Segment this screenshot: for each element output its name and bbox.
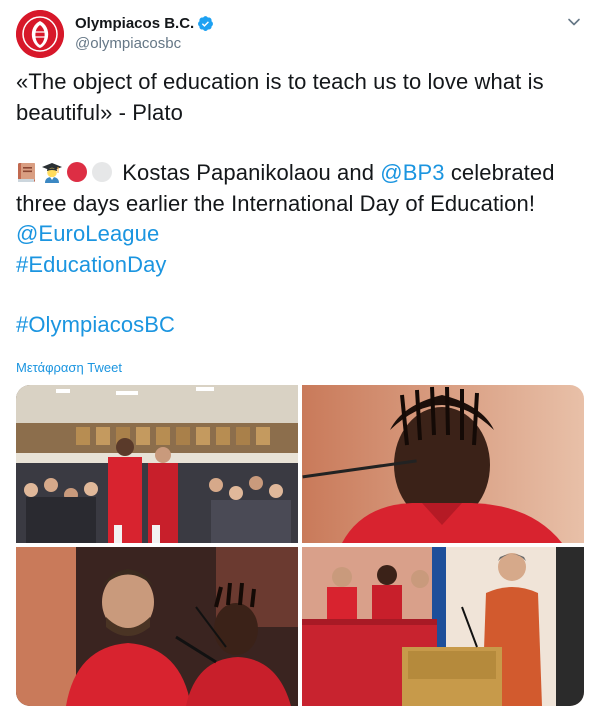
- photo-two-players[interactable]: [16, 547, 298, 706]
- photo-auditorium[interactable]: [16, 385, 298, 543]
- photo-player-closeup[interactable]: [302, 385, 584, 543]
- tweet-body: Kostas Papanikolaou and @BP3 celebrated …: [16, 158, 584, 219]
- chevron-down-icon[interactable]: [566, 14, 582, 30]
- tweet: Olympiacos B.C. @olympiacosbc «The objec…: [0, 0, 598, 719]
- photo-speaker-podium[interactable]: [302, 547, 584, 706]
- red-circle-icon: [67, 162, 87, 182]
- media-grid: [16, 385, 584, 706]
- mention-euroleague[interactable]: @EuroLeague: [16, 221, 159, 246]
- translate-tweet-link[interactable]: Μετάφραση Tweet: [16, 360, 122, 375]
- hashtag-educationday[interactable]: #EducationDay: [16, 252, 167, 277]
- tweet-body-text: Kostas Papanikolaou and: [122, 160, 375, 185]
- verified-badge-icon: [198, 16, 214, 31]
- account-handle[interactable]: @olympiacosbc: [75, 35, 181, 52]
- hashtag-olympiacosbc[interactable]: #OlympiacosBC: [16, 312, 175, 337]
- olympiacos-logo-icon: [16, 10, 64, 58]
- tweet-header: Olympiacos B.C. @olympiacosbc: [16, 10, 586, 58]
- name-row: Olympiacos B.C.: [75, 15, 214, 32]
- graduate-icon: [42, 163, 62, 183]
- white-circle-icon: [92, 162, 112, 182]
- avatar[interactable]: [16, 10, 64, 58]
- tweet-quote: «The object of education is to teach us …: [16, 69, 544, 125]
- tweet-text: «The object of education is to teach us …: [16, 67, 584, 341]
- account-name[interactable]: Olympiacos B.C.: [75, 15, 194, 32]
- book-icon: [18, 163, 35, 182]
- mention-bp3[interactable]: @BP3: [380, 160, 444, 185]
